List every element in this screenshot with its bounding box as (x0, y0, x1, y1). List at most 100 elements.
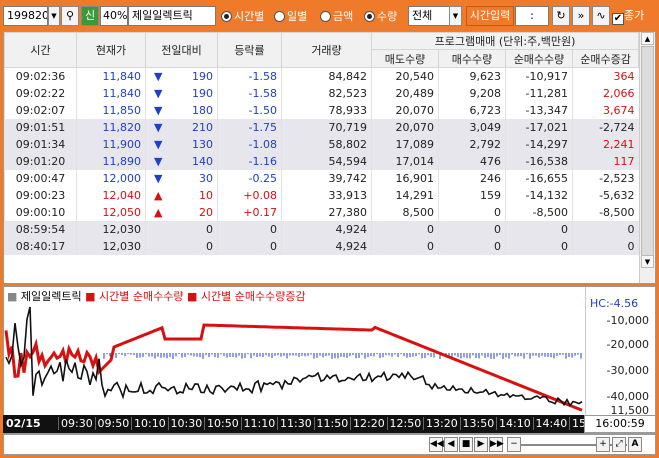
cell-rate: -1.50 (217, 101, 282, 119)
x-tick: 11:10 (240, 417, 275, 430)
cell-prev: ▼ 180 (145, 101, 218, 119)
code-dropdown-button[interactable]: ▼ (48, 6, 60, 26)
y-tick: -10,000 (606, 314, 649, 327)
cell-time: 09:00:10 (4, 203, 77, 221)
radio-icon (274, 11, 285, 22)
table-row[interactable]: 09:01:51 11,820 ▼ 210 -1.75 70,719 20,070… (4, 118, 639, 136)
table-row[interactable]: 09:02:36 11,840 ▼ 190 -1.58 84,842 20,540… (4, 67, 639, 85)
cell-price: 11,820 (76, 118, 146, 136)
col-buy[interactable]: 매수수량 (438, 49, 506, 68)
play-icon[interactable]: ▶ (474, 437, 488, 452)
cell-rate: 0 (217, 237, 282, 255)
next-icon[interactable]: » (572, 6, 590, 26)
y-tick: -40,000 (606, 390, 649, 403)
col-prev[interactable]: 전일대비 (145, 32, 218, 68)
col-volume[interactable]: 거래량 (281, 32, 372, 68)
chart-nav-bar: ◀◀ ◀ ■ ▶ ▶▶ − + ⤢ A (3, 434, 656, 455)
cell-prev: ▼ 190 (145, 67, 218, 85)
refresh-icon[interactable]: ↻ (552, 6, 570, 26)
cell-netchg: 2,066 (571, 84, 639, 102)
auto-scale-button[interactable]: A (628, 437, 642, 452)
col-time[interactable]: 시간 (4, 32, 77, 68)
cell-rate: -1.58 (217, 84, 282, 102)
table-row[interactable]: 08:40:17 12,030 0 0 4,924 0 0 0 0 (4, 237, 639, 255)
cell-net: -10,917 (505, 67, 573, 85)
rewind-icon[interactable]: ◀◀ (429, 437, 444, 452)
cell-volume: 54,594 (281, 152, 372, 170)
x-tick: 13:50 (459, 417, 494, 430)
cell-sell: 0 (371, 237, 439, 255)
zoom-in-icon[interactable]: + (596, 437, 610, 452)
x-date: 02/15 (6, 417, 41, 430)
cell-rate: -1.16 (217, 152, 282, 170)
cell-buy: 0 (438, 220, 506, 238)
cell-sell: 20,489 (371, 84, 439, 102)
forward-icon[interactable]: ▶▶ (489, 437, 504, 452)
cell-netchg: -2,523 (571, 169, 639, 187)
radio-daily[interactable]: 일별 (274, 8, 307, 24)
radio-quantity[interactable]: 수량 (364, 8, 397, 24)
table-row[interactable]: 09:01:20 11,890 ▼ 140 -1.16 54,594 17,014… (4, 152, 639, 170)
scrollbar[interactable]: ▲ ▼ (639, 32, 655, 283)
time-field[interactable]: : (515, 6, 549, 26)
cell-volume: 70,719 (281, 118, 372, 136)
col-netchg[interactable]: 순매수증감 (571, 49, 640, 68)
cell-net: -8,500 (505, 203, 573, 221)
cell-netchg: 117 (571, 152, 639, 170)
x-tick: 12:20 (350, 417, 385, 430)
stop-icon[interactable]: ■ (459, 437, 473, 452)
col-sell[interactable]: 매도수량 (371, 49, 439, 68)
col-rate[interactable]: 등락률 (217, 32, 282, 68)
close-price-checkbox[interactable]: ✔ 종가 (612, 7, 644, 25)
toolbar: 199820 ▼ ⚲ 신 40% 제일일렉트릭 시간별 일별 금액 수량 전체 … (0, 0, 659, 31)
expand-icon[interactable]: ⤢ (612, 437, 626, 452)
radio-period[interactable]: 시간별 (221, 8, 264, 24)
cell-buy: 9,623 (438, 67, 506, 85)
time-input-button[interactable]: 시간입력 (466, 6, 514, 26)
radio-amount[interactable]: 금액 (320, 8, 353, 24)
scroll-up-icon[interactable]: ▲ (641, 32, 654, 45)
table-row[interactable]: 09:02:07 11,850 ▼ 180 -1.50 78,933 20,070… (4, 101, 639, 119)
margin-rate: 40% (100, 6, 128, 26)
prev-icon[interactable]: ◀ (444, 437, 458, 452)
cell-time: 09:00:47 (4, 169, 77, 187)
x-tick: 09:30 (58, 417, 93, 430)
cell-net: 0 (505, 220, 573, 238)
table-row[interactable]: 08:59:54 12,030 0 0 4,924 0 0 0 0 (4, 220, 639, 238)
cell-volume: 4,924 (281, 237, 372, 255)
x-end-time: 16:00:59 (584, 415, 656, 433)
x-tick: 10:50 (204, 417, 239, 430)
scroll-thumb[interactable] (641, 46, 654, 256)
down-arrow-icon: ▼ (154, 120, 163, 134)
price-series-line (5, 306, 583, 407)
cell-time: 09:01:34 (4, 135, 77, 153)
x-tick: 12:50 (386, 417, 421, 430)
zoom-out-icon[interactable]: − (507, 437, 521, 452)
cell-buy: 0 (438, 203, 506, 221)
trade-table: 시간 현재가 전일대비 등락률 거래량 프로그램매매 (단위:주,백만원) 매도… (4, 32, 640, 255)
cell-net: 0 (505, 237, 573, 255)
col-net[interactable]: 순매수수량 (505, 49, 573, 68)
y-tick: -20,000 (606, 338, 649, 351)
cell-price: 11,850 (76, 101, 146, 119)
chart-icon[interactable]: ∿ (592, 6, 610, 26)
cell-time: 08:40:17 (4, 237, 77, 255)
table-row[interactable]: 09:00:23 12,040 ▲ 10 +0.08 33,913 14,291 … (4, 186, 639, 204)
cell-sell: 20,070 (371, 101, 439, 119)
cell-price: 12,030 (76, 237, 146, 255)
search-icon[interactable]: ⚲ (61, 6, 79, 26)
table-row[interactable]: 09:01:34 11,900 ▼ 130 -1.08 58,802 17,089… (4, 135, 639, 153)
chevron-down-icon[interactable]: ▼ (449, 6, 462, 26)
x-tick: 10:10 (131, 417, 166, 430)
cell-price: 12,000 (76, 169, 146, 187)
stock-code-input[interactable]: 199820 (3, 6, 48, 26)
table-row[interactable]: 09:02:22 11,840 ▼ 190 -1.58 82,523 20,489… (4, 84, 639, 102)
table-row[interactable]: 09:00:10 12,050 ▲ 20 +0.17 27,380 8,500 0… (4, 203, 639, 221)
col-price[interactable]: 현재가 (76, 32, 146, 68)
scroll-down-icon[interactable]: ▼ (641, 255, 654, 268)
x-tick: 10:30 (167, 417, 202, 430)
radio-icon (320, 11, 331, 22)
table-row[interactable]: 09:00:47 12,000 ▼ 30 -0.25 39,742 16,901 … (4, 169, 639, 187)
cell-net: -11,281 (505, 84, 573, 102)
down-arrow-icon: ▼ (154, 137, 163, 151)
